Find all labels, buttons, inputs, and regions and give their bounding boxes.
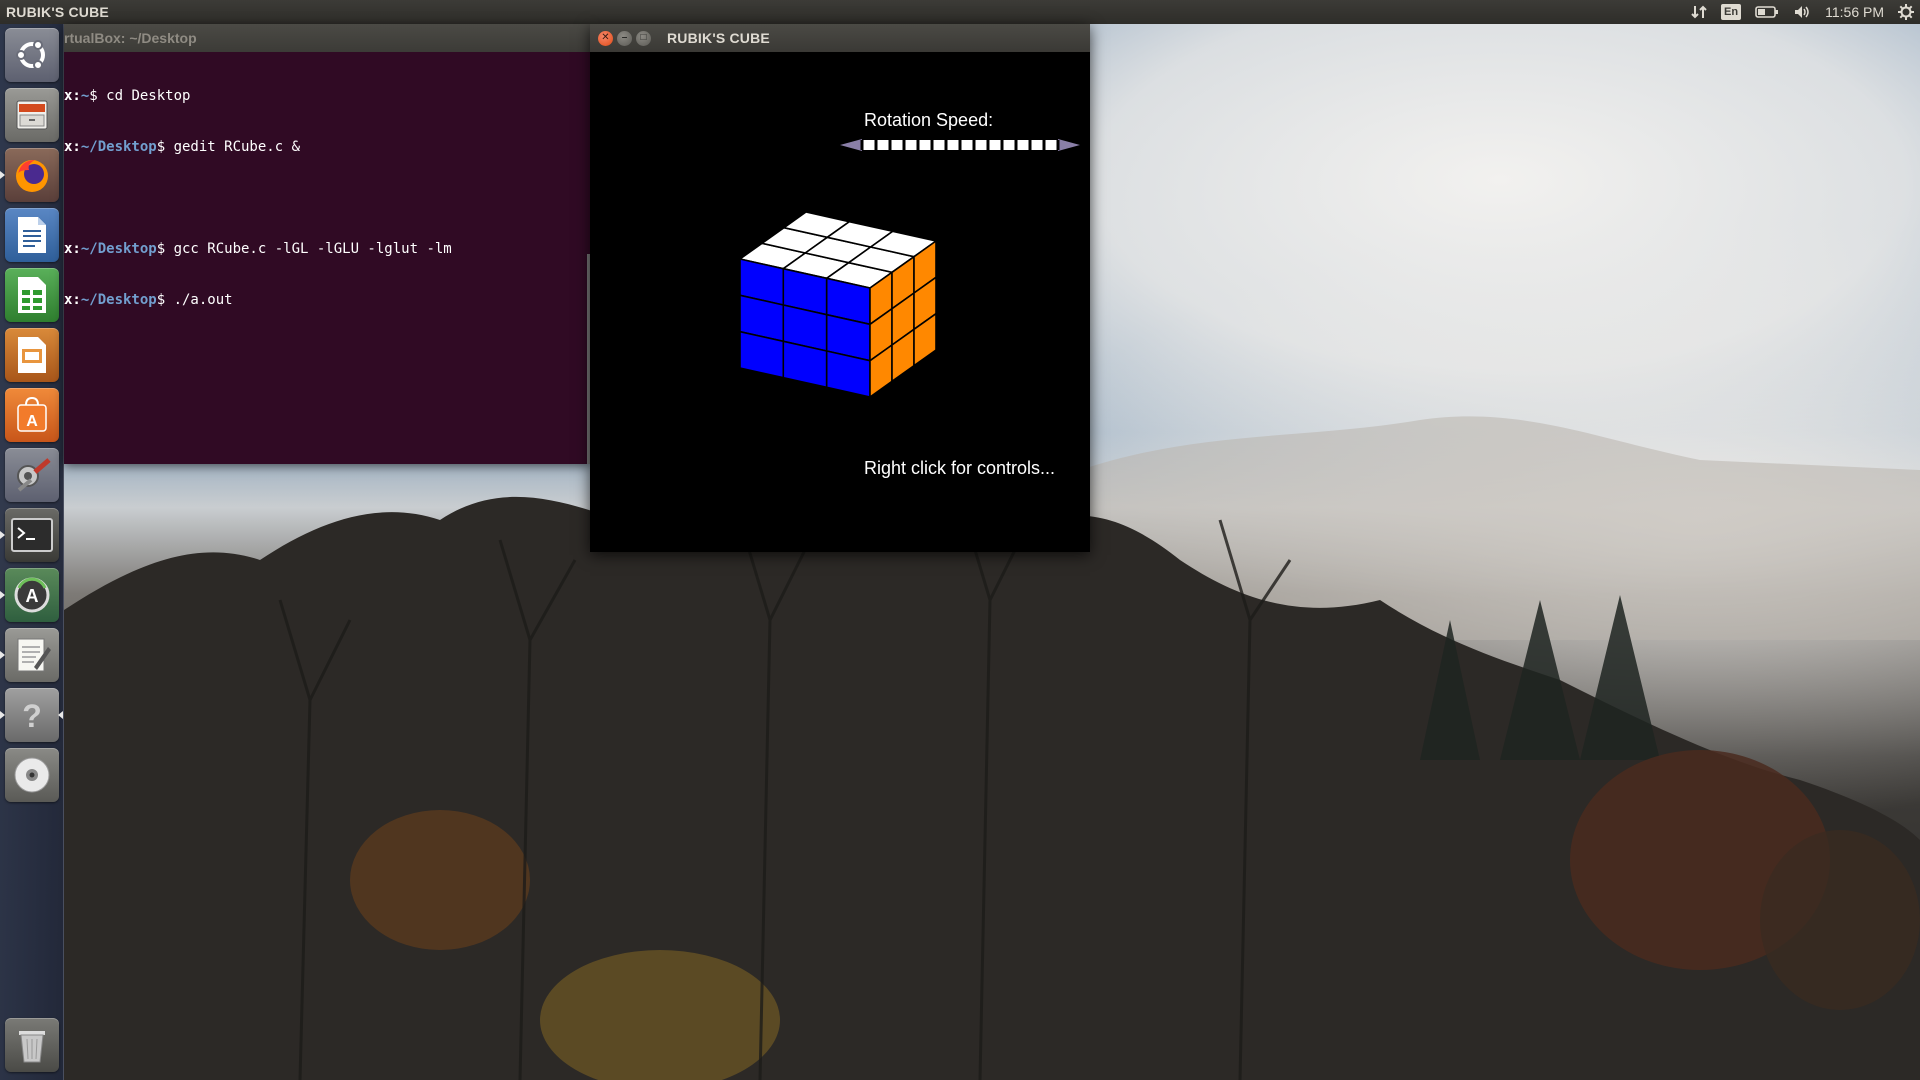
- firefox-icon: [16, 160, 48, 192]
- running-indicator: [0, 591, 5, 599]
- clock[interactable]: 11:56 PM: [1825, 3, 1884, 21]
- ubuntu-logo-icon: [16, 40, 45, 70]
- launcher-ubuntu-software[interactable]: A: [5, 388, 59, 442]
- slider-gap: [944, 140, 948, 150]
- volume-icon[interactable]: [1793, 3, 1811, 21]
- question-mark-icon: ?: [22, 698, 42, 734]
- focused-indicator: [58, 711, 63, 719]
- opengl-canvas[interactable]: Rotation Speed: Right click for controls…: [590, 52, 1090, 552]
- launcher: A A ?: [0, 24, 64, 1080]
- close-button[interactable]: ✕: [598, 30, 613, 46]
- terminal-titlebar[interactable]: rtualBox: ~/Desktop: [64, 24, 590, 52]
- slider-gap: [986, 140, 990, 150]
- slider-left-arrow-icon[interactable]: [840, 139, 862, 151]
- top-panel: RUBIK'S CUBE En 11:56 PM: [0, 0, 1920, 24]
- launcher-dash-home[interactable]: [5, 28, 59, 82]
- running-indicator: [0, 171, 5, 179]
- maximize-button[interactable]: □: [636, 30, 651, 46]
- trash-icon: [19, 1031, 45, 1063]
- maximize-icon: □: [640, 32, 647, 43]
- gear-icon[interactable]: [1898, 3, 1914, 21]
- controls-hint: Right click for controls...: [864, 458, 1056, 478]
- launcher-files[interactable]: [5, 88, 59, 142]
- terminal-line: x:~/Desktop$ ./a.out: [64, 292, 233, 308]
- rotation-speed-slider[interactable]: [840, 136, 1080, 154]
- slider-gap: [1000, 140, 1004, 150]
- slider-gap: [902, 140, 906, 150]
- terminal-icon: [11, 518, 53, 552]
- updater-icon: A: [14, 577, 50, 613]
- software-bag-icon: A: [17, 396, 47, 432]
- slider-gap: [860, 140, 864, 150]
- svg-text:?: ?: [22, 698, 42, 734]
- launcher-system-settings[interactable]: [5, 448, 59, 502]
- slider-gap: [888, 140, 892, 150]
- battery-icon[interactable]: [1755, 3, 1779, 21]
- close-icon: ✕: [601, 32, 610, 43]
- terminal-line: x:~$ cd Desktop: [64, 88, 191, 104]
- rubik-window-title: RUBIK'S CUBE: [667, 30, 770, 46]
- launcher-firefox[interactable]: [5, 148, 59, 202]
- file-cabinet-icon: [16, 100, 48, 130]
- terminal-window[interactable]: rtualBox: ~/Desktop x:~$ cd Desktop x:~/…: [64, 24, 590, 464]
- rubik-window[interactable]: ✕ – □ RUBIK'S CUBE Rotation Speed: Right…: [590, 24, 1090, 552]
- launcher-text-editor[interactable]: [5, 628, 59, 682]
- launcher-optical-disc[interactable]: [5, 748, 59, 802]
- panel-indicators: En 11:56 PM: [1691, 3, 1914, 21]
- rotation-speed-label: Rotation Speed:: [864, 110, 994, 130]
- minimize-button[interactable]: –: [617, 30, 632, 46]
- settings-tools-icon: [17, 458, 51, 492]
- launcher-libreoffice-calc[interactable]: [5, 268, 59, 322]
- impress-presentation-icon: [18, 337, 46, 373]
- slider-gap: [930, 140, 934, 150]
- slider-gap: [1056, 140, 1060, 150]
- terminal-output[interactable]: x:~$ cd Desktop x:~/Desktop$ gedit RCube…: [64, 52, 590, 343]
- launcher-libreoffice-writer[interactable]: [5, 208, 59, 262]
- slider-gap: [1014, 140, 1018, 150]
- terminal-line: x:~/Desktop$ gcc RCube.c -lGL -lGLU -lgl…: [64, 241, 452, 257]
- keyboard-layout-indicator[interactable]: En: [1721, 4, 1742, 20]
- network-arrows-icon[interactable]: [1691, 3, 1707, 21]
- rubik-titlebar[interactable]: ✕ – □ RUBIK'S CUBE: [590, 24, 1090, 52]
- slider-segments: [860, 140, 1060, 150]
- launcher-trash[interactable]: [5, 1018, 59, 1072]
- terminal-line: x:~/Desktop$ gedit RCube.c &: [64, 139, 301, 155]
- active-window-title: RUBIK'S CUBE: [6, 4, 109, 20]
- slider-gap: [972, 140, 976, 150]
- svg-text:A: A: [26, 586, 39, 606]
- disc-icon: [14, 757, 50, 793]
- rubiks-cube-render: [738, 212, 938, 399]
- running-indicator: [0, 711, 5, 719]
- minimize-icon: –: [621, 32, 628, 43]
- launcher-libreoffice-impress[interactable]: [5, 328, 59, 382]
- slider-gap: [916, 140, 920, 150]
- svg-text:A: A: [26, 413, 38, 430]
- slider-gap: [1028, 140, 1032, 150]
- writer-document-icon: [18, 217, 46, 253]
- launcher-terminal[interactable]: [5, 508, 59, 562]
- slider-gap: [874, 140, 878, 150]
- running-indicator: [0, 651, 5, 659]
- slider-gap: [1042, 140, 1046, 150]
- text-editor-icon: [17, 638, 51, 672]
- slider-gap: [958, 140, 962, 150]
- calc-spreadsheet-icon: [18, 277, 46, 313]
- slider-right-arrow-icon[interactable]: [1058, 139, 1080, 151]
- running-indicator: [0, 531, 5, 539]
- launcher-software-updater[interactable]: A: [5, 568, 59, 622]
- launcher-unknown-app[interactable]: ?: [5, 688, 59, 742]
